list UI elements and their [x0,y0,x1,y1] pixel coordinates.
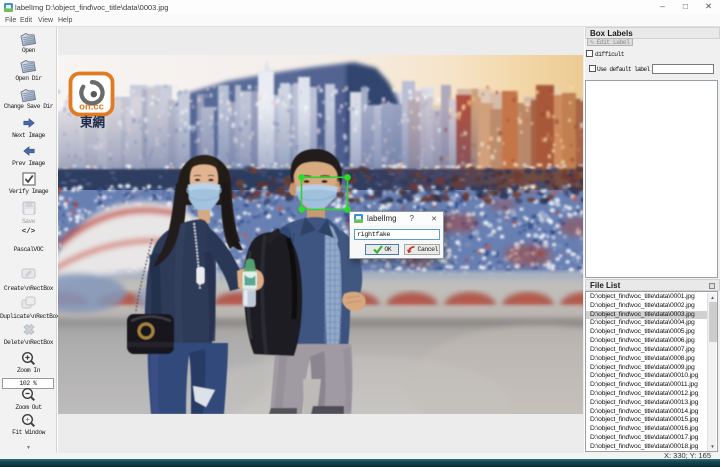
svg-text:東網: 東網 [80,115,105,130]
svg-text:on.cc: on.cc [79,102,104,113]
